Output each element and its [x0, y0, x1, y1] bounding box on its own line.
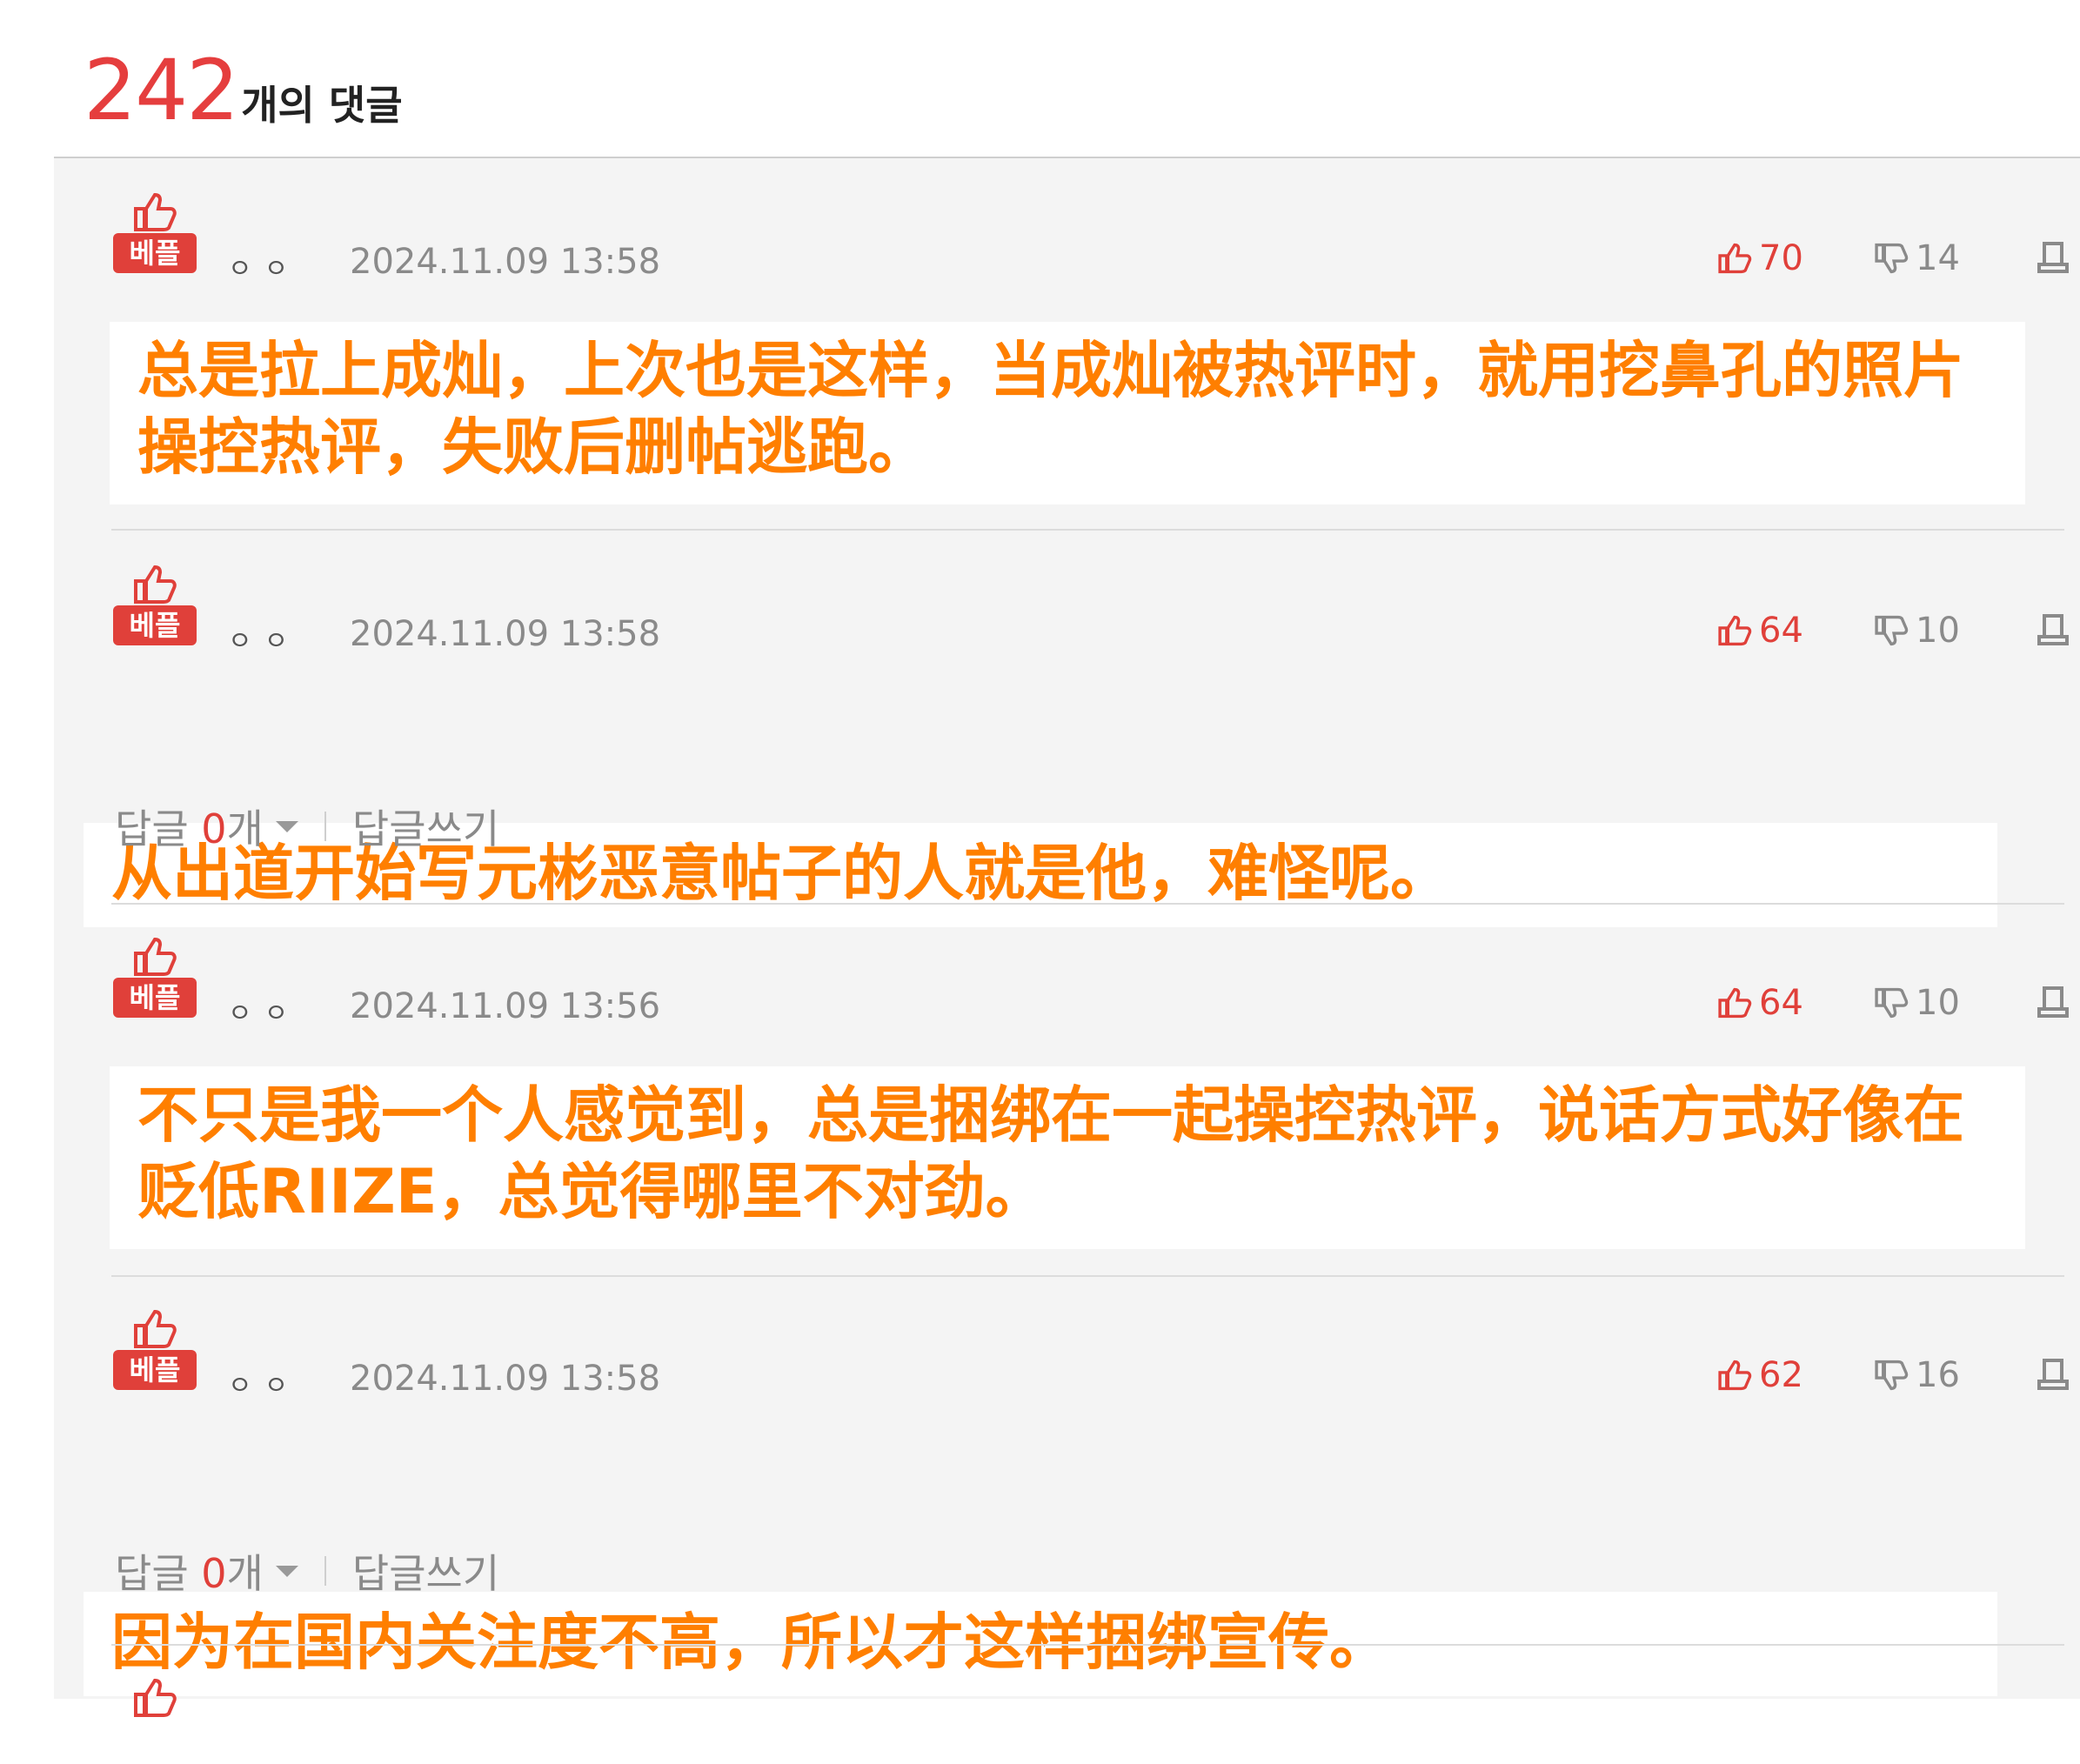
comment-author[interactable]: ㅇㅇ — [228, 619, 300, 658]
downvote-count: 16 — [1916, 1355, 1960, 1395]
downvote-count: 10 — [1916, 611, 1960, 651]
comment-item: 베플 ㅇㅇ 2024.11.09 13:58 62 16 因为在国内关注度不高，… — [54, 1275, 2080, 1696]
downvote-button[interactable]: 16 — [1874, 1355, 1960, 1395]
best-badge-label: 베플 — [113, 1350, 197, 1390]
reply-separator — [324, 1556, 326, 1586]
upvote-count: 64 — [1759, 611, 1803, 651]
upvote-button[interactable]: 64 — [1717, 983, 1803, 1023]
downvote-count: 10 — [1916, 983, 1960, 1023]
comment-author[interactable]: ㅇㅇ — [228, 247, 300, 285]
reply-toggle[interactable]: 답글 0개 — [115, 1542, 264, 1600]
thumbs-up-icon — [1718, 1360, 1752, 1391]
best-badge-label: 베플 — [113, 605, 197, 645]
reply-bar: 답글 0개 답글쓰기 — [115, 800, 499, 852]
upvote-count: 70 — [1759, 238, 1803, 278]
thumbs-down-icon — [1875, 1360, 1909, 1391]
thumbs-up-icon — [134, 937, 177, 976]
thumbs-up-icon — [134, 1678, 177, 1717]
best-comment-badge: 베플 — [113, 191, 197, 278]
chevron-down-icon[interactable] — [275, 820, 298, 832]
comment-count: 242 — [84, 42, 239, 139]
comment-date: 2024.11.09 13:56 — [350, 986, 661, 1026]
comment-date: 2024.11.09 13:58 — [350, 614, 661, 654]
upvote-button[interactable]: 70 — [1717, 238, 1803, 278]
thumbs-up-icon — [134, 192, 177, 231]
best-badge-label: 베플 — [113, 233, 197, 273]
write-reply-link[interactable]: 답글쓰기 — [352, 1542, 499, 1600]
reply-toggle[interactable]: 답글 0개 — [115, 798, 264, 855]
downvote-button[interactable]: 14 — [1874, 238, 1960, 278]
best-comment-badge: 베플 — [113, 564, 197, 651]
downvote-button[interactable]: 10 — [1874, 983, 1960, 1023]
comment-author[interactable]: ㅇㅇ — [228, 1364, 300, 1402]
report-icon[interactable] — [2036, 612, 2070, 647]
comment-text: 因为在国内关注度不高，所以才这样捆绑宣传。 — [111, 1607, 1390, 1678]
comment-divider — [111, 1644, 2064, 1646]
best-comment-badge — [113, 1677, 197, 1764]
comment-item: 베플 ㅇㅇ 2024.11.09 13:58 70 14 总是拉上成灿，上次也是… — [54, 158, 2080, 532]
downvote-button[interactable]: 10 — [1874, 611, 1960, 651]
best-badge-label: 베플 — [113, 978, 197, 1018]
upvote-count: 62 — [1759, 1355, 1803, 1395]
thumbs-up-icon — [134, 1309, 177, 1348]
write-reply-link[interactable]: 답글쓰기 — [352, 798, 499, 855]
report-icon[interactable] — [2036, 1357, 2070, 1392]
comments-header: 242개의 댓글 — [84, 42, 403, 139]
comment-date: 2024.11.09 13:58 — [350, 242, 661, 282]
thumbs-down-icon — [1875, 615, 1909, 646]
upvote-count: 64 — [1759, 983, 1803, 1023]
comment-list: 베플 ㅇㅇ 2024.11.09 13:58 70 14 总是拉上成灿，上次也是… — [54, 158, 2080, 1717]
thumbs-up-icon — [1718, 615, 1752, 646]
comment-author[interactable]: ㅇㅇ — [228, 992, 300, 1030]
report-icon[interactable] — [2036, 985, 2070, 1019]
reply-separator — [324, 812, 326, 841]
reply-bar: 답글 0개 답글쓰기 — [115, 1545, 499, 1597]
upvote-button[interactable]: 62 — [1717, 1355, 1803, 1395]
comment-item: 베플 ㅇㅇ 2024.11.09 13:56 64 10 不只是我一个人感觉到，… — [54, 903, 2080, 1277]
thumbs-up-icon — [134, 565, 177, 604]
downvote-count: 14 — [1916, 238, 1960, 278]
chevron-down-icon[interactable] — [275, 1565, 298, 1577]
thumbs-up-icon — [1718, 987, 1752, 1019]
comment-body: 总是拉上成灿，上次也是这样，当成灿被热评时，就用挖鼻孔的照片操控热评，失败后删帖… — [110, 322, 2025, 504]
comment-text: 不只是我一个人感觉到，总是捆绑在一起操控热评，说话方式好像在贬低RIIZE，总觉… — [137, 1079, 1964, 1227]
comment-date: 2024.11.09 13:58 — [350, 1359, 661, 1399]
thumbs-down-icon — [1875, 243, 1909, 274]
thumbs-down-icon — [1875, 987, 1909, 1019]
report-icon[interactable] — [2036, 240, 2070, 275]
best-comment-badge: 베플 — [113, 1308, 197, 1395]
comment-text: 总是拉上成灿，上次也是这样，当成灿被热评时，就用挖鼻孔的照片操控热评，失败后删帖… — [137, 335, 1964, 483]
comment-count-label: 개의 댓글 — [241, 82, 403, 129]
thumbs-up-icon — [1718, 243, 1752, 274]
upvote-button[interactable]: 64 — [1717, 611, 1803, 651]
comment-body: 不只是我一个人感觉到，总是捆绑在一起操控热评，说话方式好像在贬低RIIZE，总觉… — [110, 1066, 2025, 1249]
best-comment-badge: 베플 — [113, 936, 197, 1023]
